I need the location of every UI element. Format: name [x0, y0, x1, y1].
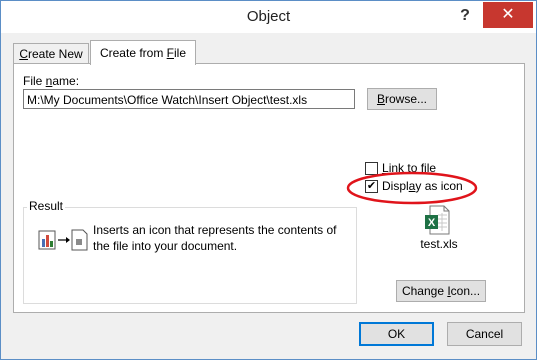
dialog-body: Create New Create from File File name: M… — [1, 33, 536, 359]
tab-create-new-label-post: reate New — [27, 47, 83, 61]
tab-create-from-file[interactable]: Create from File — [90, 40, 196, 65]
tab-create-from-file-label-accel: F — [166, 46, 174, 60]
ok-button[interactable]: OK — [359, 322, 434, 346]
change-icon-label-post: con... — [450, 284, 481, 298]
insert-as-icon-illustration — [38, 229, 88, 251]
browse-button[interactable]: Browse... — [367, 88, 437, 110]
file-name-label: File name: — [23, 74, 79, 88]
tab-panel: File name: M:\My Documents\Office Watch\… — [13, 63, 525, 313]
help-button[interactable]: ? — [451, 4, 479, 28]
tab-create-new[interactable]: Create New — [13, 43, 89, 64]
browse-label-accel: B — [376, 92, 385, 106]
icon-caption: test.xls — [420, 237, 458, 251]
highlight-ellipse — [346, 171, 478, 205]
change-icon-label-pre: Change — [401, 284, 448, 298]
excel-badge: X — [428, 217, 436, 229]
title-bar: Object ? ✕ — [1, 1, 536, 33]
tab-create-from-file-label-post: ile — [174, 46, 187, 60]
tab-create-new-label-accel: C — [19, 47, 28, 61]
browse-label-post: rowse... — [385, 92, 428, 106]
tab-create-from-file-label-pre: Create from — [99, 46, 167, 60]
file-name-input[interactable]: M:\My Documents\Office Watch\Insert Obje… — [23, 89, 355, 109]
file-name-label-pre: File — [23, 74, 46, 88]
close-button[interactable]: ✕ — [483, 2, 533, 28]
cancel-button[interactable]: Cancel — [447, 322, 522, 346]
object-dialog: Object ? ✕ Create New Create from File F… — [0, 0, 537, 360]
result-description: Inserts an icon that represents the cont… — [93, 223, 337, 253]
change-icon-button[interactable]: Change Icon... — [396, 280, 486, 302]
excel-file-icon: X — [424, 205, 450, 235]
file-name-label-post: ame: — [52, 74, 80, 88]
result-group-label: Result — [27, 199, 66, 213]
